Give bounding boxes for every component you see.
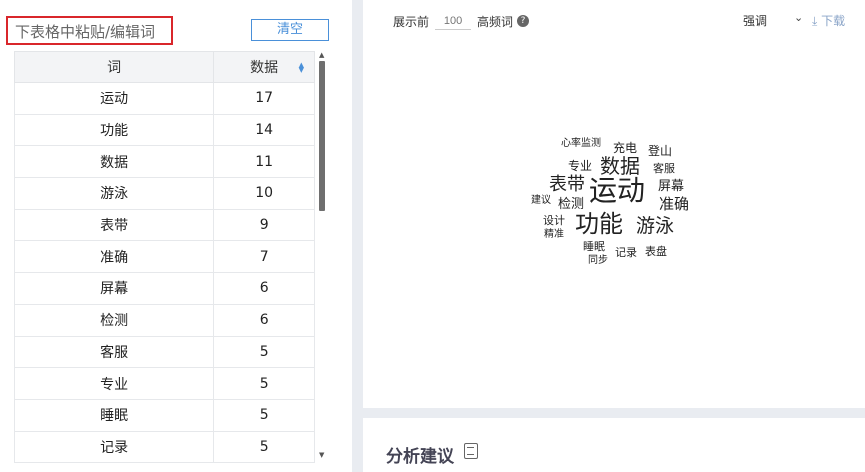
cloud-word: 数据 — [600, 154, 640, 178]
cell-count[interactable]: 11 — [213, 145, 315, 179]
cell-count[interactable]: 6 — [213, 303, 315, 337]
cloud-word: 专业 — [568, 159, 593, 173]
table-row[interactable]: 专业 5 — [14, 367, 315, 400]
cloud-word: 充电 — [613, 141, 638, 155]
cloud-word: 准确 — [659, 195, 690, 213]
table-row[interactable]: 运动 17 — [14, 82, 315, 115]
cell-word[interactable]: 游泳 — [14, 177, 215, 210]
document-icon[interactable] — [464, 443, 478, 459]
cloud-word: 功能 — [575, 210, 623, 238]
table-row[interactable]: 屏幕 6 — [14, 272, 315, 305]
left-panel: 下表格中粘贴/编辑词 清空 词 数据 ▲▼ 运动17 功能14 数据11 — [0, 0, 352, 472]
cell-count[interactable]: 7 — [213, 240, 315, 274]
cloud-word: 记录 — [615, 246, 637, 259]
cell-word[interactable]: 客服 — [14, 335, 215, 369]
word-cloud-panel: 展示前 高频词 ? 强调 ⌄ ⤓ 下载 心率监测 充电 登山 专业 数据 客服 … — [363, 0, 865, 408]
cell-count[interactable]: 6 — [213, 272, 315, 305]
cell-count[interactable]: 10 — [213, 177, 315, 210]
table-row[interactable]: 客服 5 — [14, 335, 315, 369]
scroll-thumb[interactable] — [319, 61, 325, 211]
section-separator — [363, 408, 865, 418]
cell-word[interactable]: 表带 — [14, 208, 215, 242]
cloud-word: 运动 — [589, 174, 646, 207]
cell-word[interactable]: 睡眠 — [14, 398, 215, 432]
table-row[interactable]: 功能 14 — [14, 113, 315, 147]
table-row[interactable]: 表带 9 — [14, 208, 315, 242]
cloud-word: 客服 — [653, 162, 675, 175]
table-row[interactable]: 记录 5 — [14, 430, 315, 464]
cell-word[interactable]: 记录 — [14, 430, 215, 464]
cloud-word: 睡眠 — [583, 240, 605, 253]
table-row[interactable]: 游泳 10 — [14, 177, 315, 210]
cell-word[interactable]: 专业 — [14, 367, 215, 400]
cloud-word: 建议 — [531, 195, 551, 206]
cell-count[interactable]: 5 — [213, 430, 315, 464]
word-table: 词 数据 ▲ ▼ 运动 17 功能 14 数据 11 游泳 10 表带 9 准确 7 屏幕 6 — [14, 51, 315, 472]
paste-edit-input[interactable]: 下表格中粘贴/编辑词 — [6, 16, 173, 45]
cloud-word: 设计 — [543, 214, 565, 227]
cloud-word: 登山 — [648, 144, 673, 158]
cell-word[interactable]: 数据 — [14, 145, 215, 179]
cloud-word: 心率监测 — [561, 138, 601, 149]
cloud-word: 精准 — [544, 229, 564, 240]
cell-count[interactable]: 5 — [213, 398, 315, 432]
cell-word[interactable]: 屏幕 — [14, 272, 215, 305]
table-row[interactable]: 睡眠 5 — [14, 398, 315, 432]
cell-count[interactable]: 9 — [213, 208, 315, 242]
cell-word[interactable]: 准确 — [14, 240, 215, 274]
cloud-word: 屏幕 — [658, 179, 685, 194]
cloud-word: 表带 — [549, 174, 585, 195]
cell-word[interactable]: 检测 — [14, 303, 215, 337]
scroll-down-arrow-icon[interactable]: ▼ — [319, 451, 324, 459]
analysis-section: 分析建议 — [363, 418, 865, 472]
analysis-title: 分析建议 — [386, 447, 454, 467]
cell-count[interactable]: 14 — [213, 113, 315, 147]
table-scrollbar[interactable]: ▲ ▼ — [316, 51, 328, 472]
column-header-count-label: 数据 — [250, 60, 279, 76]
sort-icon[interactable]: ▲ ▼ — [299, 62, 304, 74]
table-row[interactable]: 准确 7 — [14, 240, 315, 274]
table-row[interactable]: 数据 11 — [14, 145, 315, 179]
cell-count[interactable]: 17 — [213, 82, 315, 115]
table-row[interactable]: 检测 6 — [14, 303, 315, 337]
cloud-word: 表盘 — [645, 245, 667, 258]
column-header-word[interactable]: 词 — [14, 51, 215, 83]
word-cloud: 心率监测 充电 登山 专业 数据 客服 表带 运动 屏幕 建议 检测 准确 设计… — [363, 0, 865, 408]
scroll-up-arrow-icon[interactable]: ▲ — [319, 51, 324, 59]
cell-count[interactable]: 5 — [213, 335, 315, 369]
column-header-count[interactable]: 数据 ▲ ▼ — [213, 51, 315, 83]
clear-button[interactable]: 清空 — [251, 19, 329, 41]
cloud-word: 游泳 — [636, 215, 675, 237]
cloud-word: 同步 — [588, 255, 608, 266]
cell-word[interactable]: 功能 — [14, 113, 215, 147]
cell-word[interactable]: 运动 — [14, 82, 215, 115]
panel-divider — [352, 0, 363, 472]
cell-count[interactable]: 5 — [213, 367, 315, 400]
